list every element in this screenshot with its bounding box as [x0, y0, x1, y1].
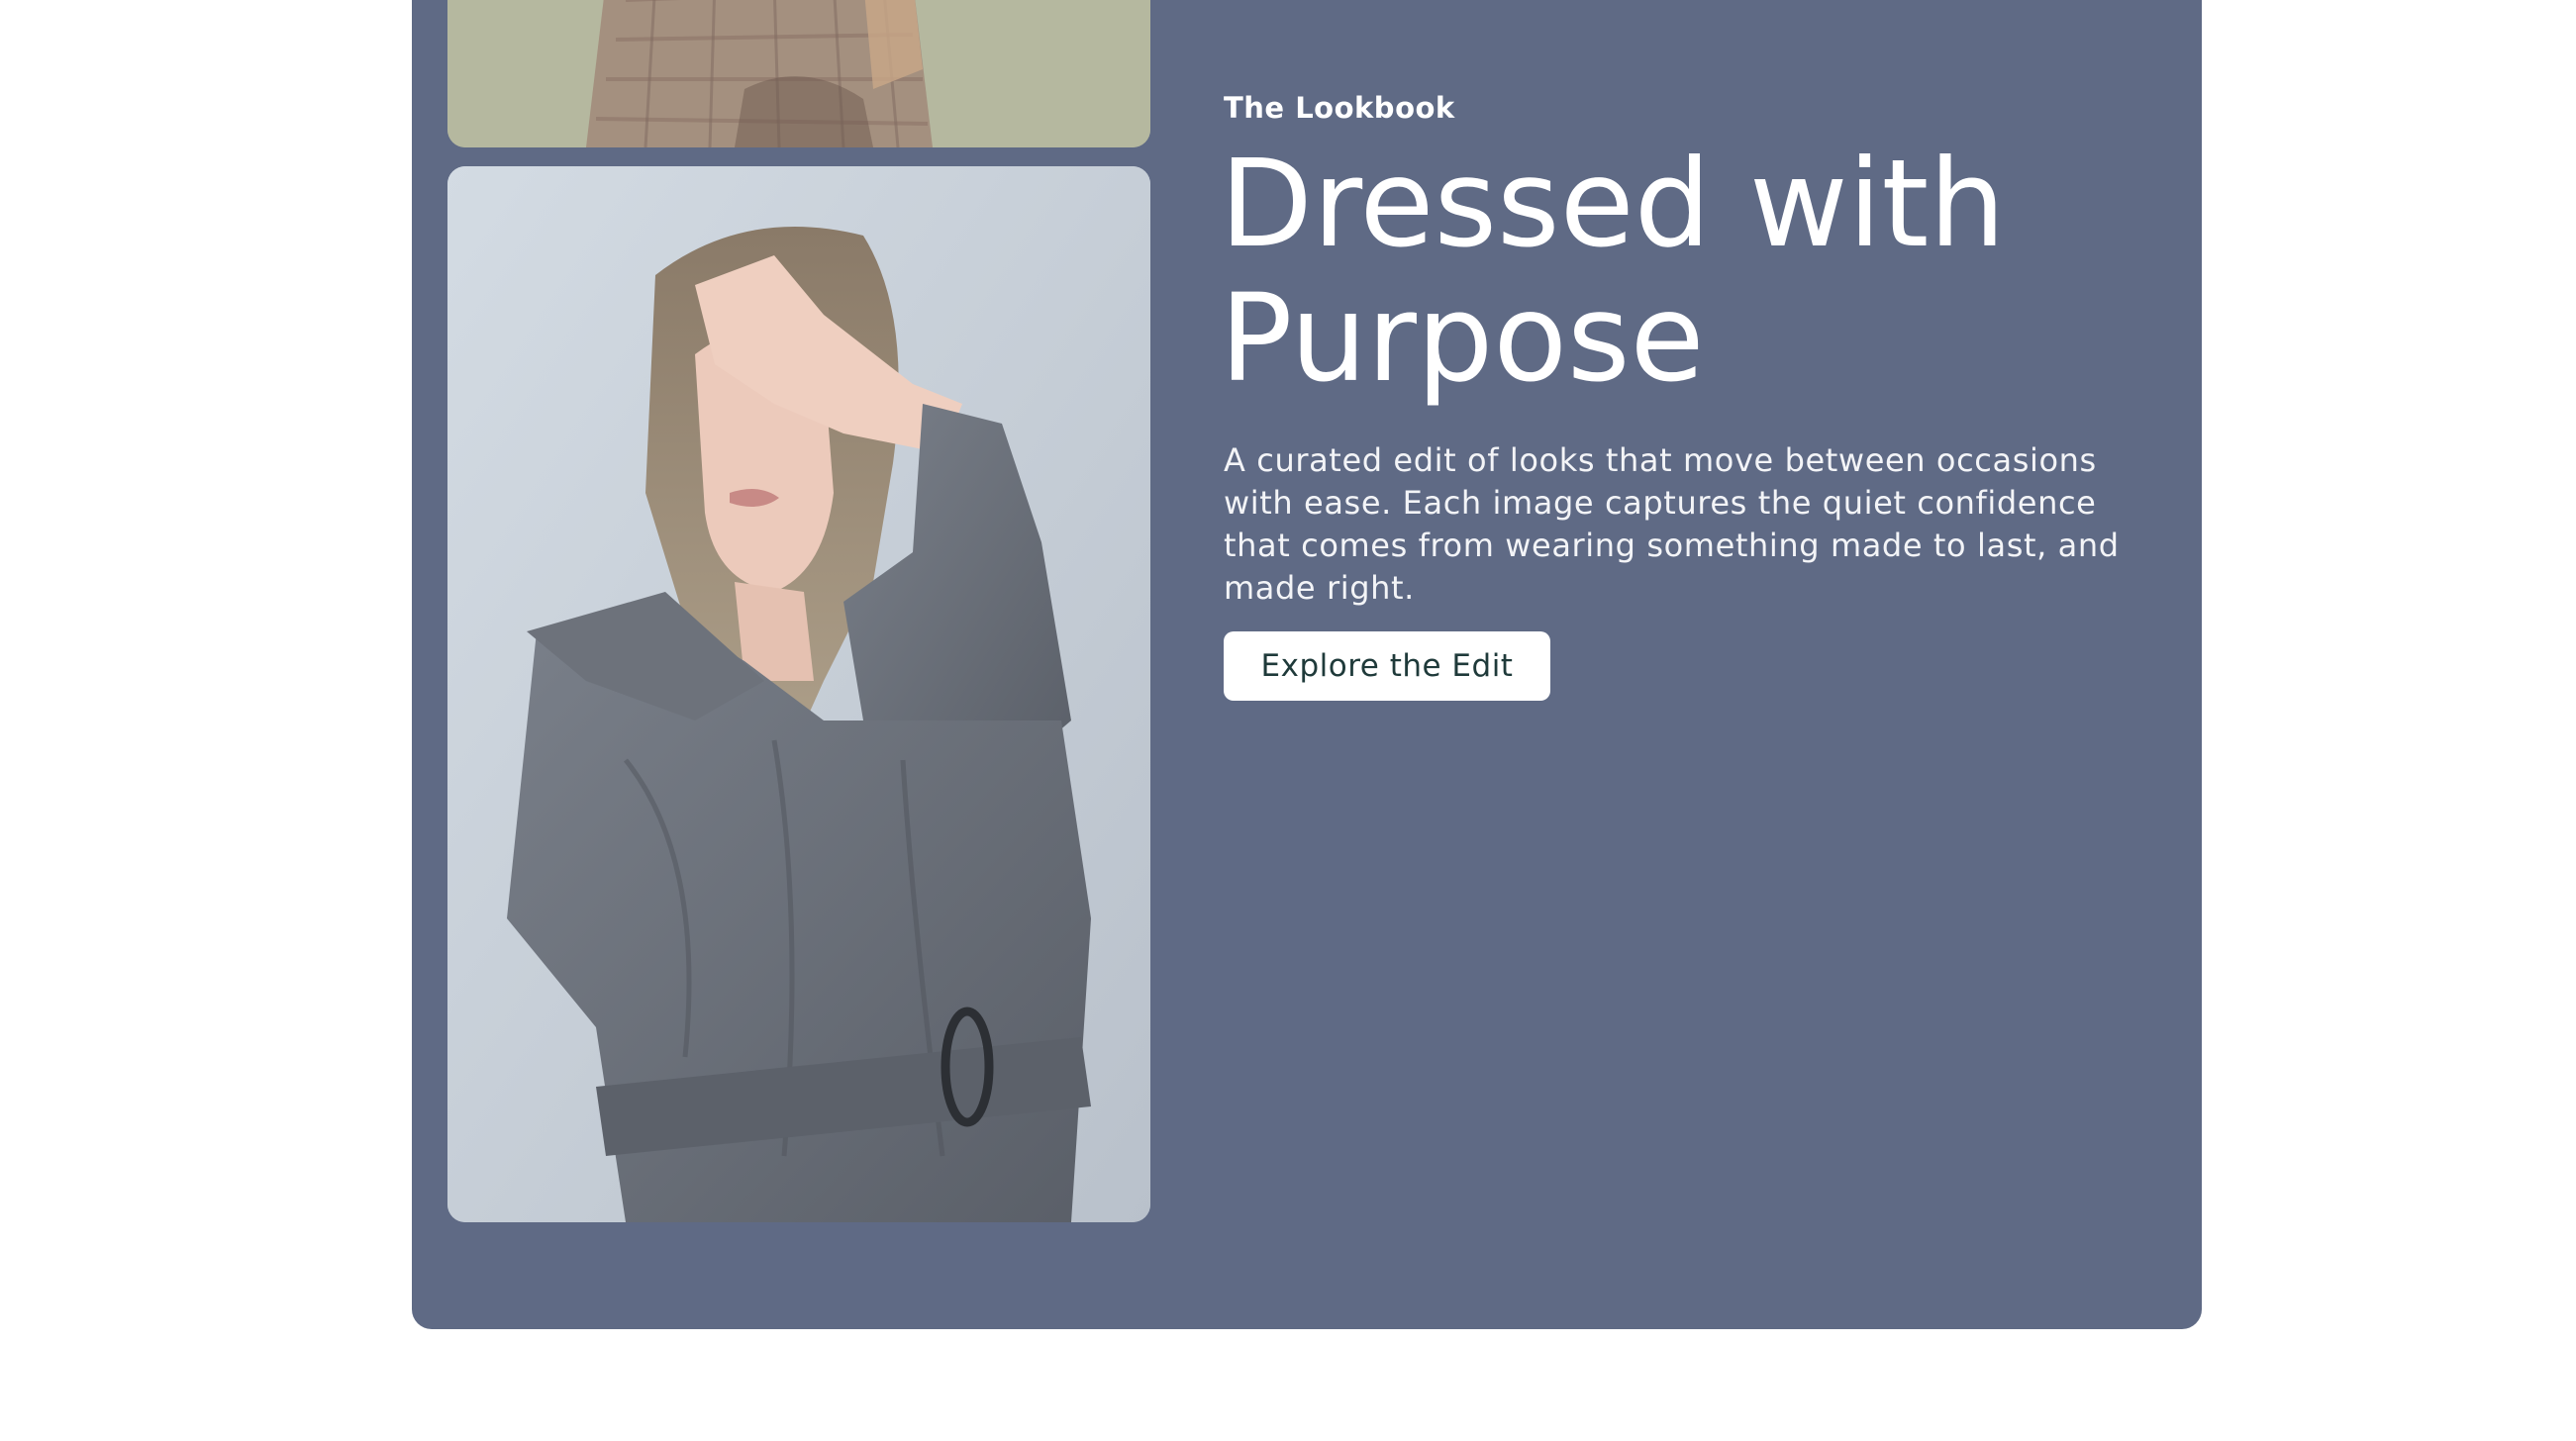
plaid-coat-photo — [447, 0, 1150, 147]
section-eyebrow: The Lookbook — [1224, 91, 1455, 125]
section-headline: Dressed with Purpose — [1220, 134, 2006, 409]
model-in-grey-coat-photo — [447, 166, 1150, 1222]
lookbook-photo-top — [447, 0, 1150, 147]
explore-edit-button[interactable]: Explore the Edit — [1224, 631, 1550, 701]
lookbook-photo-main — [447, 166, 1150, 1222]
section-description: A curated edit of looks that move betwee… — [1224, 441, 2120, 607]
